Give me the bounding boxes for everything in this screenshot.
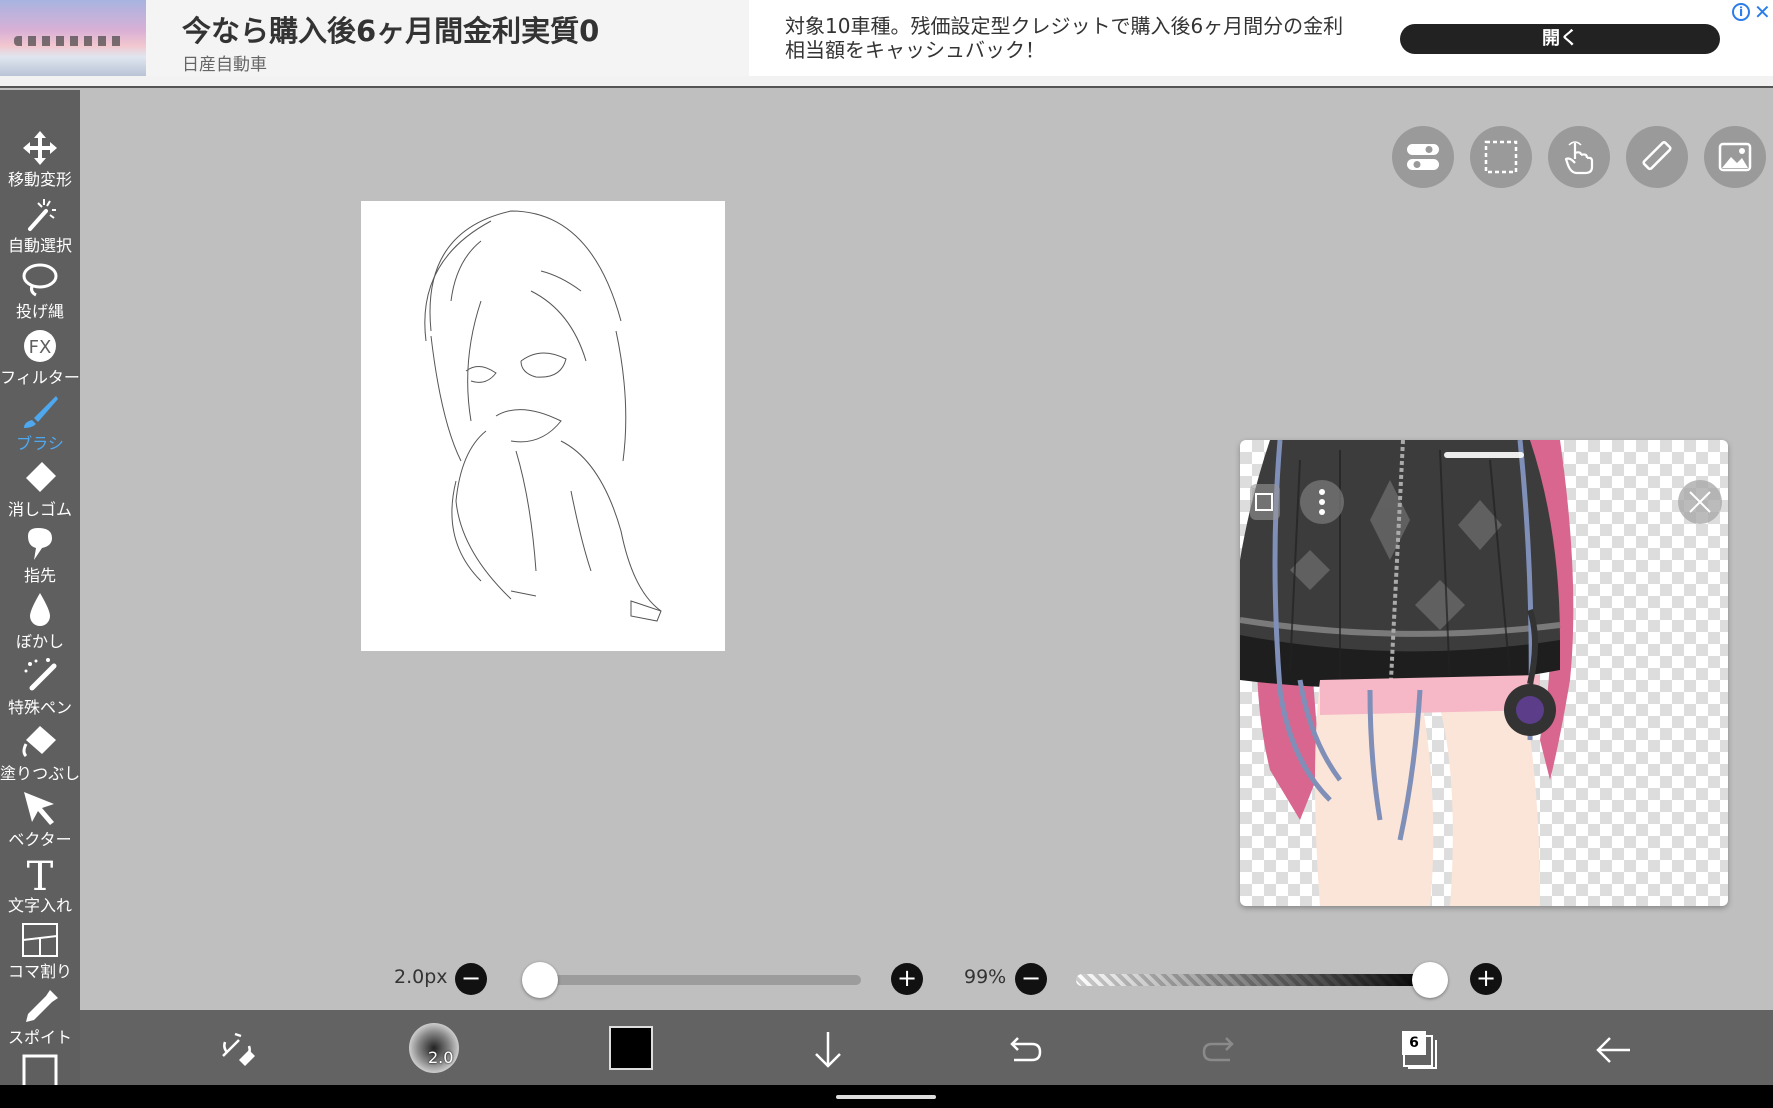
brush-size-plus-button[interactable]: + [891,963,923,995]
tool-label: 自動選択 [7,236,72,255]
redo-icon[interactable] [1196,1026,1244,1074]
tool-label: 文字入れ [7,896,72,915]
tool-label: コマ割り [7,962,72,981]
image-icon [1718,142,1752,172]
layer-frame-icon [22,1054,58,1085]
tool-magic-wand[interactable]: 自動選択 [0,190,80,256]
color-swatch-button[interactable] [609,1026,653,1070]
ad-info-icon[interactable]: i [1732,3,1750,21]
brush-preview-size: 2.0 [428,1048,454,1067]
ad-headline-area[interactable]: 今なら購入後6ヶ月間金利実質0 日産自動車 [146,0,749,76]
tool-sidebar: 移動変形 自動選択 投げ縄 FX フィルター ブラシ 消しゴム 指先 ぼかし 特… [0,90,80,1085]
opacity-value: 99% [964,966,1007,988]
tool-special-pen[interactable]: 特殊ペン [0,652,80,718]
brush-icon [24,396,58,428]
tool-label: フィルター [0,368,80,387]
tool-label: ぼかし [15,632,64,651]
system-nav-bar [0,1085,1773,1108]
close-icon [1689,491,1711,513]
ad-brand: 日産自動車 [182,55,267,75]
opacity-plus-button[interactable]: + [1470,963,1502,995]
ruler-icon [1642,141,1672,171]
layer-count: 6 [1402,1031,1426,1055]
drop-icon [30,593,50,626]
tool-more[interactable] [0,1048,80,1085]
dashed-selection-icon [1484,140,1518,174]
tool-label: 移動変形 [7,170,72,189]
tool-eraser[interactable]: 消しゴム [0,454,80,520]
sketch-drawing [424,210,662,622]
reference-menu-button[interactable] [1300,480,1344,524]
undo-icon[interactable] [1000,1026,1048,1074]
finger-icon [28,528,52,560]
brush-eraser-swap-icon[interactable] [213,1026,261,1074]
brush-size-value: 2.0px [394,966,448,988]
tool-lasso[interactable]: 投げ縄 [0,256,80,322]
tool-finger[interactable]: 指先 [0,520,80,586]
frame-divider-icon [22,923,58,957]
tool-label: 消しゴム [7,500,72,519]
layers-icon [1255,493,1273,511]
opacity-slider[interactable] [1076,974,1434,986]
brush-size-minus-button[interactable]: − [455,963,487,995]
reference-image-button[interactable] [1704,126,1766,188]
opacity-slider-knob[interactable] [1412,962,1449,998]
brush-size-slider-knob[interactable] [522,962,559,998]
tool-eyedropper[interactable]: スポイト [0,982,80,1048]
eraser-icon [26,462,56,492]
reference-window[interactable] [1240,440,1728,906]
reference-layer-button[interactable] [1250,484,1280,520]
tool-label: 塗りつぶし [0,764,80,783]
ad-close-icon[interactable]: ✕ [1754,0,1771,24]
down-arrow-icon[interactable] [804,1026,852,1074]
tool-label: 投げ縄 [15,302,64,321]
opacity-minus-button[interactable]: − [1015,963,1047,995]
ad-open-button[interactable]: 開く [1400,24,1720,54]
ruler-button[interactable] [1626,126,1688,188]
cursor-arrow-icon [24,792,54,825]
tool-fill[interactable]: 塗りつぶし [0,718,80,784]
special-pen-icon [24,658,57,691]
tool-move[interactable]: 移動変形 [0,124,80,190]
fill-bucket-icon [22,726,56,758]
ad-title[interactable]: 今なら購入後6ヶ月間金利実質0 [182,8,599,50]
magic-wand-icon [28,199,56,231]
tool-brush[interactable]: ブラシ [0,388,80,454]
text-icon: T [27,856,54,892]
svg-text:FX: FX [29,337,52,358]
home-gesture-handle[interactable] [836,1095,936,1099]
bottom-toolbar [80,1010,1773,1085]
hand-tool-button[interactable] [1548,126,1610,188]
fx-icon: FX [24,330,56,362]
reference-drag-handle[interactable] [1444,452,1524,458]
tool-frame[interactable]: コマ割り [0,916,80,982]
ad-banner[interactable]: 今なら購入後6ヶ月間金利実質0 日産自動車 対象10車種。残価設定型クレジットで… [0,0,1773,88]
tool-label: 特殊ペン [7,698,72,717]
ad-description: 対象10車種。残価設定型クレジットで購入後6ヶ月間分の金利相当額をキャッシュバッ… [785,14,1344,62]
reference-close-button[interactable] [1678,480,1722,524]
tool-label: スポイト [7,1028,72,1047]
move-arrows-icon [23,131,57,165]
tool-text[interactable]: T 文字入れ [0,850,80,916]
back-arrow-icon[interactable] [1590,1026,1638,1074]
tool-label: ベクター [8,830,72,849]
drawing-canvas[interactable] [361,201,725,651]
layer-toggle-button[interactable] [1392,126,1454,188]
brush-size-slider[interactable] [527,975,861,985]
tool-vector[interactable]: ベクター [0,784,80,850]
selection-button[interactable] [1470,126,1532,188]
tool-blur[interactable]: ぼかし [0,586,80,652]
tool-label: ブラシ [16,434,64,453]
more-vertical-icon [1319,489,1325,515]
hand-pointer-icon [1564,141,1594,175]
ad-thumbnail-image[interactable] [0,0,146,76]
svg-text:T: T [27,856,54,892]
toggle-switches-icon [1407,144,1439,170]
tool-filter[interactable]: FX フィルター [0,322,80,388]
tool-label: 指先 [23,566,56,585]
lasso-icon [22,263,58,297]
eyedropper-icon [26,990,58,1022]
ad-description-area[interactable]: 対象10車種。残価設定型クレジットで購入後6ヶ月間分の金利相当額をキャッシュバッ… [749,0,1773,76]
